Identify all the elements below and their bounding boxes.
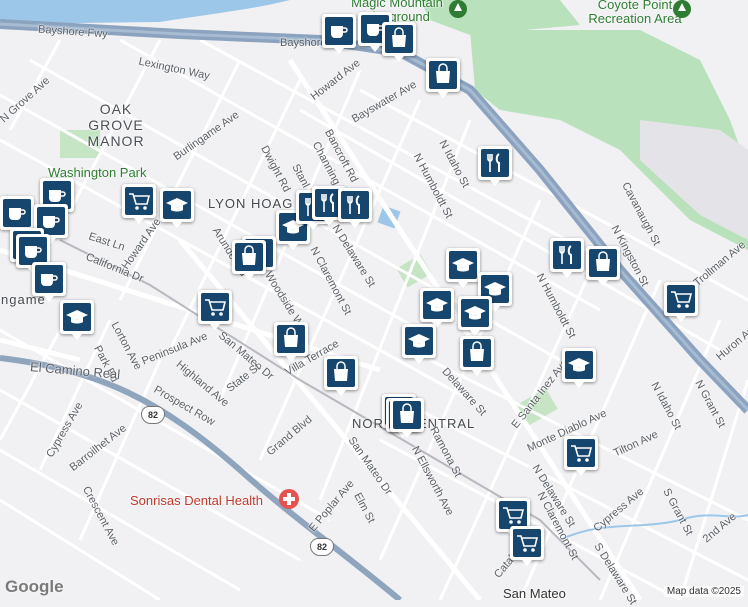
park-pin-icon[interactable] — [448, 0, 468, 20]
medical-pin-icon[interactable] — [278, 488, 300, 510]
shopping-bag-icon-marker[interactable] — [426, 58, 460, 98]
graduation-cap-icon-marker[interactable] — [446, 248, 480, 288]
shopping-bag-icon — [235, 243, 263, 271]
shopping-cart-icon — [513, 529, 541, 557]
label-oak-grove-manor: OAK GROVE MANOR — [87, 101, 145, 149]
highway-82-shield: 82 — [141, 406, 165, 424]
shopping-bag-icon — [393, 401, 421, 429]
coffee-cup-icon — [3, 199, 31, 227]
shopping-cart-icon — [201, 293, 229, 321]
graduation-cap-icon-marker[interactable] — [458, 296, 492, 336]
shopping-cart-icon-marker[interactable] — [198, 290, 232, 330]
fork-knife-icon — [553, 241, 581, 269]
shopping-bag-icon — [463, 339, 491, 367]
coffee-cup-icon — [325, 17, 353, 45]
shopping-cart-icon-marker[interactable] — [664, 282, 698, 322]
shopping-cart-icon-marker[interactable] — [122, 184, 156, 224]
graduation-cap-icon-marker[interactable] — [402, 324, 436, 364]
shopping-bag-icon-marker[interactable] — [232, 240, 266, 280]
map-canvas[interactable] — [0, 0, 748, 600]
label-san-mateo-station: San Mateo — [503, 586, 566, 601]
coffee-cup-icon — [19, 237, 47, 265]
graduation-cap-icon — [163, 191, 191, 219]
shopping-bag-icon — [385, 25, 413, 53]
graduation-cap-icon-marker[interactable] — [160, 188, 194, 228]
google-logo: Google — [5, 577, 64, 596]
fork-knife-icon-marker[interactable] — [550, 238, 584, 278]
graduation-cap-icon — [423, 291, 451, 319]
graduation-cap-icon-marker[interactable] — [562, 348, 596, 388]
graduation-cap-icon-marker[interactable] — [420, 288, 454, 328]
shopping-bag-icon-marker[interactable] — [390, 398, 424, 438]
graduation-cap-icon — [449, 251, 477, 279]
graduation-cap-icon — [405, 327, 433, 355]
graduation-cap-icon-marker[interactable] — [60, 300, 94, 340]
shopping-cart-icon — [499, 501, 527, 529]
fork-knife-icon-marker[interactable] — [338, 188, 372, 228]
coffee-cup-icon — [35, 265, 63, 293]
shopping-cart-icon-marker[interactable] — [564, 436, 598, 476]
graduation-cap-icon — [63, 303, 91, 331]
label-sonrisas: Sonrisas Dental Health — [130, 493, 263, 508]
coffee-cup-icon-marker[interactable] — [322, 14, 356, 54]
coffee-cup-icon-marker[interactable] — [0, 196, 34, 236]
shopping-bag-icon-marker[interactable] — [274, 322, 308, 362]
shopping-bag-icon — [589, 249, 617, 277]
shopping-bag-icon — [277, 325, 305, 353]
fork-knife-icon — [481, 149, 509, 177]
graduation-cap-icon — [565, 351, 593, 379]
shopping-bag-icon — [327, 359, 355, 387]
shopping-cart-icon — [667, 285, 695, 313]
shopping-bag-icon-marker[interactable] — [460, 336, 494, 376]
map-attribution[interactable]: Map data ©2025 — [663, 586, 744, 597]
park-pin-icon[interactable] — [672, 0, 692, 20]
shopping-bag-icon-marker[interactable] — [382, 22, 416, 62]
label-lyon-hoag: LYON HOAG — [208, 196, 294, 211]
bay-water — [0, 0, 290, 24]
shopping-bag-icon-marker[interactable] — [324, 356, 358, 396]
shopping-bag-icon-marker[interactable] — [586, 246, 620, 286]
shopping-bag-icon — [429, 61, 457, 89]
shopping-cart-icon-marker[interactable] — [510, 526, 544, 566]
fork-knife-icon — [341, 191, 369, 219]
highway-82-shield-2: 82 — [310, 538, 334, 556]
shopping-cart-icon — [125, 187, 153, 215]
fork-knife-icon-marker[interactable] — [478, 146, 512, 186]
shopping-cart-icon — [567, 439, 595, 467]
graduation-cap-icon — [461, 299, 489, 327]
coffee-cup-icon-marker[interactable] — [32, 262, 66, 302]
